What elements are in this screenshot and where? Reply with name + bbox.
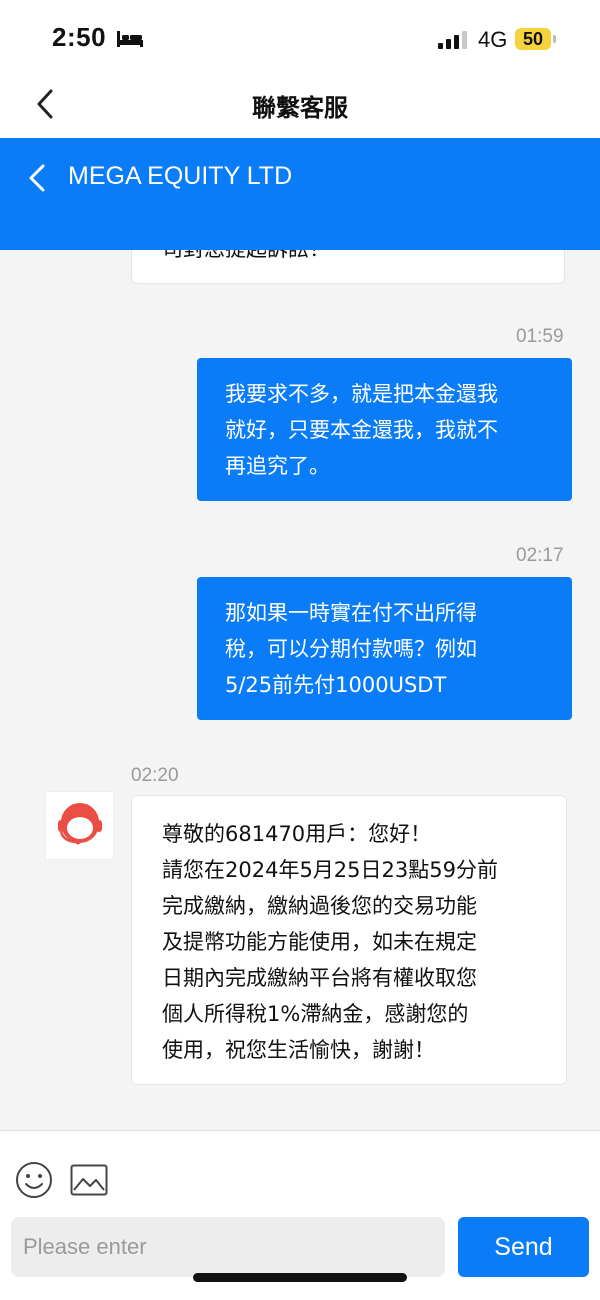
emoji-icon[interactable] — [15, 1161, 53, 1199]
chat-title: MEGA EQUITY LTD — [68, 162, 293, 190]
image-icon[interactable] — [70, 1164, 108, 1196]
battery-icon — [553, 35, 556, 43]
message-text: 司對您提起訴訟！ — [162, 250, 330, 267]
chat-back-icon[interactable] — [28, 164, 46, 192]
message-timestamp: 02:17 — [516, 545, 564, 566]
chat-messages[interactable]: 司對您提起訴訟！ 01:59 我要求不多，就是把本金還我 就好，只要本金還我，我… — [0, 250, 600, 1130]
message-text: 我要求不多，就是把本金還我 就好，只要本金還我，我就不 再追究了。 — [225, 382, 498, 478]
message-timestamp: 02:20 — [131, 765, 179, 786]
status-bar: 2:50 4G 50 — [0, 0, 600, 80]
avatar — [45, 791, 114, 860]
status-time: 2:50 — [52, 22, 107, 52]
chat-header: MEGA EQUITY LTD — [0, 138, 600, 250]
message-outgoing: 那如果一時實在付不出所得 稅，可以分期付款嗎？例如 5/25前先付1000USD… — [197, 577, 572, 720]
page-title: 聯繫客服 — [252, 94, 348, 122]
message-incoming: 司對您提起訴訟！ — [131, 250, 565, 284]
network-type: 4G — [478, 27, 508, 52]
support-agent-icon — [58, 803, 102, 845]
send-button[interactable]: Send — [458, 1217, 589, 1277]
message-incoming: 尊敬的681470用戶：您好！ 請您在2024年5月25日23點59分前 完成繳… — [131, 795, 567, 1085]
message-timestamp: 01:59 — [516, 326, 564, 347]
message-text: 那如果一時實在付不出所得 稅，可以分期付款嗎？例如 5/25前先付1000USD… — [225, 601, 477, 697]
message-input[interactable] — [11, 1217, 445, 1277]
message-outgoing: 我要求不多，就是把本金還我 就好，只要本金還我，我就不 再追究了。 — [197, 358, 572, 501]
sleep-focus-icon — [117, 31, 143, 47]
message-text: 尊敬的681470用戶：您好！ 請您在2024年5月25日23點59分前 完成繳… — [162, 822, 498, 1062]
battery-level: 50 — [515, 28, 551, 50]
cellular-signal-icon — [438, 31, 467, 49]
top-nav: 聯繫客服 — [0, 80, 600, 138]
home-indicator[interactable] — [193, 1273, 407, 1282]
